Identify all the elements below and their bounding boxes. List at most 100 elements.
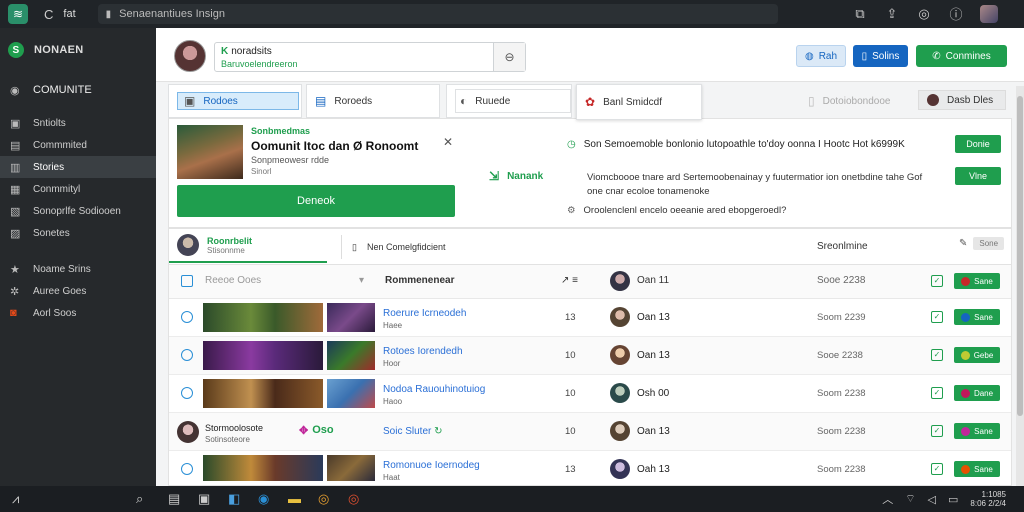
sidebar-item-6[interactable]: ★ Noame Srins [0,258,156,280]
table-user-tab[interactable]: Roonrbelit Stisonnme [169,229,327,263]
check-icon[interactable]: ✓ [931,349,943,361]
col-header-4[interactable]: Sooe 2238 [817,275,865,286]
sidebar-item-0[interactable]: ▣ Sntiolts [0,112,156,134]
user-avatar[interactable] [174,40,206,72]
profile-box[interactable]: Knoradsits Baruvoelendreeron ⊖ [214,42,526,72]
col-header-1[interactable]: Reeoe Ooes [205,275,261,286]
tab-4[interactable]: ✿ Banl Smidcdf [576,84,702,120]
check-icon[interactable]: ✓ [931,275,943,287]
chat-icon[interactable]: ▣ [198,491,210,507]
table-row[interactable]: Nodoa Rauouhinotuiog Haoo 10 Osh 00 Soom… [169,375,1011,413]
row-action-button[interactable]: Sane [954,423,1000,439]
search-icon[interactable]: ⌕ [136,491,143,507]
os-taskbar: ⩘ ⌕ ▤ ▣ ◧ ◉ ▬ ◎ ◎ ︿ ⌔ ◁ ▭ 1:1085 8:06 2/… [0,486,1024,512]
table-row[interactable]: Rotoes Iorendedh Hoor 10 Oan 13 Sooe 223… [169,337,1011,375]
sidebar-item-4[interactable]: ▧ Sonoprlfe Sodiooen [0,200,156,222]
tab-5[interactable]: ▯ Dotoiobondooe [800,84,900,118]
row-checkbox[interactable] [181,349,193,361]
battery-icon[interactable]: ▭ [948,493,958,506]
table-row[interactable]: Romonuoe Ioernodeg Haat 13 Oah 13 Soom 2… [169,451,1011,485]
edge-icon[interactable]: ◉ [258,491,269,507]
tab-label[interactable]: fat [63,8,75,20]
check-icon[interactable]: ✓ [931,463,943,475]
minus-circle-icon: ⊖ [504,50,515,64]
row-title[interactable]: Soic Sluter ↻ [383,426,443,437]
folder-icon[interactable]: ▬ [288,491,301,506]
check-icon[interactable]: ✓ [931,425,943,437]
row-action-button[interactable]: Sane [954,461,1000,477]
tab-1[interactable]: ▣ Rodoes [168,84,302,118]
check-icon[interactable]: ✓ [931,311,943,323]
sidebar-section-community[interactable]: ◉ COMUNITE [0,76,156,104]
row-checkbox[interactable] [181,387,193,399]
row-title[interactable]: Roerure Icrneodeh [383,308,466,319]
col-header-3[interactable]: Oan 11 [637,275,669,286]
sidebar-item-3[interactable]: ▦ Conmmityl [0,178,156,200]
row-action-button[interactable]: Gebe [954,347,1000,363]
row-title[interactable]: Nodoa Rauouhinotuiog [383,384,485,395]
tab-2[interactable]: ▤ Roroeds [306,84,440,118]
tab-6[interactable]: Dasb Dles [918,90,1006,110]
header-button-1[interactable]: ◍ Rah [796,45,846,67]
table-row[interactable]: Stormoolosote Sotinsoteore ✥ Oso Soic Slu… [169,413,1011,451]
table-selector[interactable]: ▯ Nen Comelgfidcient [341,235,457,259]
table-row[interactable]: Roerure Icrneodeh Haee 13 Oan 13 Soom 22… [169,299,1011,337]
wifi-icon[interactable]: ⌔ [905,492,915,506]
row-action-button[interactable]: Dane [954,385,1000,401]
col-sort-icon[interactable]: ▾ [359,275,364,286]
sidebar-item-2[interactable]: ▥ Stories [0,156,156,178]
sidebar-item-1[interactable]: ▤ Commmited [0,134,156,156]
clock[interactable]: 1:1085 8:06 2/2/4 [970,490,1006,508]
row-action-label: Sane [974,426,993,436]
sidebar-item-label: Conmmityl [33,183,81,195]
share-icon[interactable]: ⇪ [884,6,900,22]
row-checkbox[interactable] [181,463,193,475]
col-pin-icon[interactable]: ↗ ≡ [561,275,578,286]
brand[interactable]: S NONAEN [0,28,156,72]
extensions-icon[interactable]: ⧉ [852,6,868,22]
scrollbar[interactable] [1016,86,1024,486]
brand-name: NONAEN [34,44,84,56]
app-logo-icon[interactable]: ≋ [8,4,28,24]
sidebar-item-7[interactable]: ✲ Auree Goes [0,280,156,302]
select-all-checkbox[interactable] [181,275,193,287]
row-title[interactable]: Romonuoe Ioernodeg [383,460,480,471]
promo-button-2[interactable]: Vlne [955,167,1001,185]
close-icon[interactable]: ✕ [443,135,453,149]
sidebar-item-label: Stories [33,161,65,173]
row-title[interactable]: Rotoes Iorendedh [383,346,463,357]
profile-action-button[interactable]: ⊖ [493,43,525,71]
sidebar-item-5[interactable]: ▨ Sonetes [0,222,156,244]
header-button-3[interactable]: ✆ Conmines [916,45,1007,67]
info-icon[interactable]: ⓘ [948,4,964,23]
chevron-up-icon[interactable]: ︿ [882,491,893,507]
tab-3[interactable]: ◐ Ruuede [446,84,572,118]
volume-icon[interactable]: ◁ [928,493,936,506]
promo-cta-button[interactable]: Deneok [177,185,455,217]
chrome-icon[interactable]: ◎ [318,491,329,507]
scrollbar-thumb[interactable] [1017,96,1023,416]
row-checkbox[interactable] [181,311,193,323]
settings-icon[interactable]: ◎ [916,6,932,22]
row-action-button[interactable]: Sane [954,273,1000,289]
store-icon[interactable]: ◧ [228,491,240,507]
promo-mid-label[interactable]: ⇲ Nanank [489,169,543,183]
profile-avatar[interactable] [980,4,998,23]
col-header-2[interactable]: Rommenenear [385,275,454,286]
check-icon[interactable]: ✓ [931,387,943,399]
card-icon: ▨ [10,227,21,240]
header-button-3-label: Conmines [945,50,991,62]
avatar [610,345,630,365]
header-button-2[interactable]: ▯ Solins [853,45,908,67]
sidebar-item-8[interactable]: ◙ Aorl Soos [0,302,156,324]
chrome-alt-icon[interactable]: ◎ [348,491,359,507]
table-actions[interactable]: ✎ Sone [959,237,1005,250]
promo-button-1[interactable]: Donie [955,135,1001,153]
windows-start-icon[interactable]: ⩘ [12,491,19,507]
star-icon: ★ [10,263,20,276]
row-action-button[interactable]: Sane [954,309,1000,325]
doc-icon: ▯ [352,241,357,252]
reload-button[interactable]: C [44,7,53,22]
address-bar[interactable]: ▮ Senaenantiues Insign [97,4,778,24]
task-view-icon[interactable]: ▤ [168,491,180,507]
